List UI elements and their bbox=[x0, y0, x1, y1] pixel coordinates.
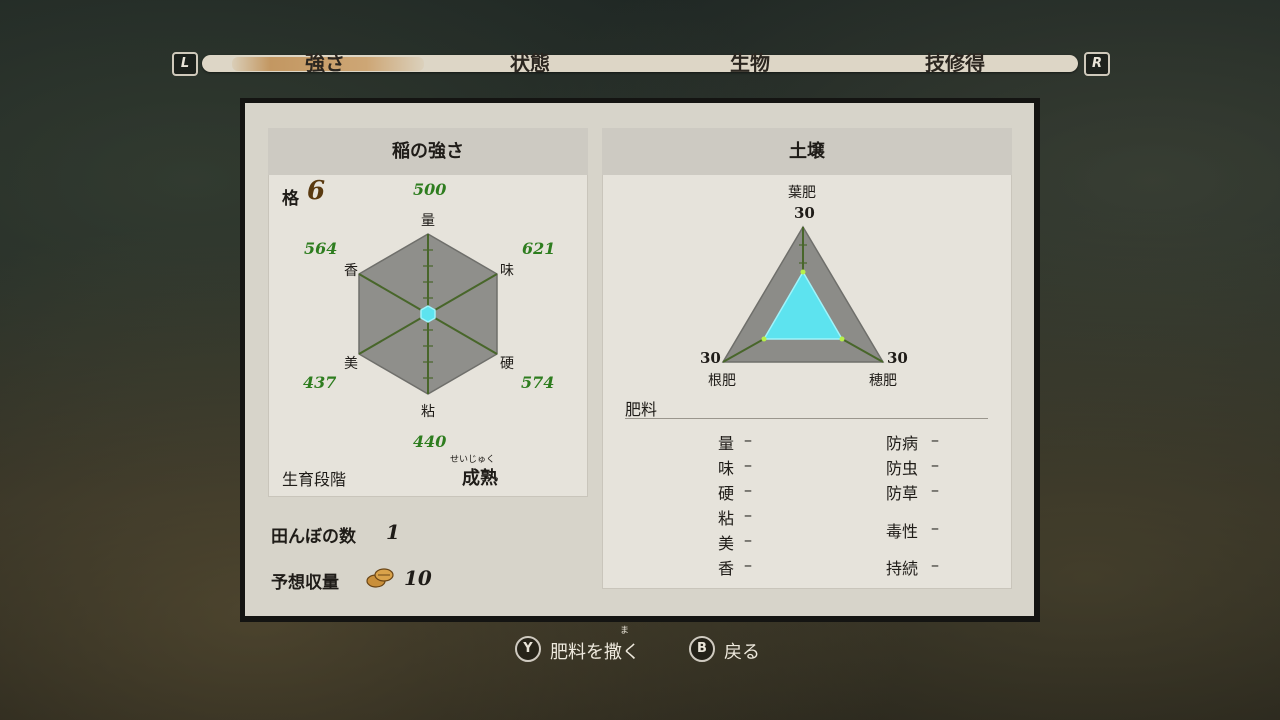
effect-label-weed-prevention: 防草 bbox=[886, 484, 919, 503]
stat-label-stickiness: 粘 bbox=[421, 404, 435, 420]
tab-skill-learning[interactable]: 技修得 bbox=[885, 49, 1025, 77]
soil-triangle-chart bbox=[721, 225, 885, 363]
paddy-count-label: 田んぼの数 bbox=[271, 527, 356, 547]
effect-label-pest-prevention: 防虫 bbox=[886, 459, 919, 478]
scatter-fertilizer-button[interactable]: 肥料を撒く bbox=[550, 638, 640, 664]
expected-yield-label: 予想収量 bbox=[271, 573, 339, 593]
expected-yield-value: 10 bbox=[404, 566, 432, 590]
soil-axis-value-leaf: 30 bbox=[794, 204, 815, 222]
effect-value-taste: – bbox=[744, 455, 752, 474]
r-shoulder-button[interactable]: R bbox=[1084, 52, 1110, 76]
soil-axis-value-ear: 30 bbox=[887, 349, 908, 367]
effect-label-disease-prevention: 防病 bbox=[886, 434, 919, 453]
stat-value-quantity: 500 bbox=[413, 180, 447, 199]
soil-title: 土壌 bbox=[602, 128, 1012, 175]
effect-label-aroma: 香 bbox=[718, 559, 735, 578]
effect-label-taste: 味 bbox=[718, 459, 735, 478]
stat-label-hardness: 硬 bbox=[500, 356, 514, 372]
tab-strength[interactable]: 強さ bbox=[255, 49, 395, 77]
effect-value-duration: – bbox=[931, 555, 939, 574]
back-button[interactable]: 戻る bbox=[724, 638, 760, 664]
paddy-count-value: 1 bbox=[386, 520, 400, 544]
stat-label-beauty: 美 bbox=[344, 356, 358, 372]
effect-label-stickiness: 粘 bbox=[718, 509, 735, 528]
effect-value-disease-prevention: – bbox=[931, 430, 939, 449]
effect-value-pest-prevention: – bbox=[931, 455, 939, 474]
soil-axis-label-root: 根肥 bbox=[708, 373, 736, 389]
effect-value-toxicity: – bbox=[931, 518, 939, 537]
tab-creatures[interactable]: 生物 bbox=[680, 49, 820, 77]
rice-strength-title: 稲の強さ bbox=[268, 128, 588, 175]
stat-value-hardness: 574 bbox=[521, 373, 555, 392]
b-button-icon[interactable]: B bbox=[689, 636, 715, 662]
soil-axis-value-root: 30 bbox=[700, 349, 721, 367]
effect-label-beauty: 美 bbox=[718, 534, 735, 553]
scatter-furigana: ま bbox=[620, 626, 630, 636]
l-shoulder-button[interactable]: L bbox=[172, 52, 198, 76]
stat-value-taste: 621 bbox=[522, 239, 556, 258]
fertilizer-title: 肥料 bbox=[625, 400, 658, 419]
effect-value-hardness: – bbox=[744, 480, 752, 499]
soil-axis-label-ear: 穂肥 bbox=[869, 373, 897, 389]
stat-value-aroma: 564 bbox=[304, 239, 338, 258]
root-point bbox=[761, 336, 767, 342]
growth-stage-label: 生育段階 bbox=[282, 470, 347, 489]
effect-label-duration: 持続 bbox=[886, 559, 919, 578]
stat-value-stickiness: 440 bbox=[413, 432, 447, 451]
effect-label-toxicity: 毒性 bbox=[886, 522, 919, 541]
ear-point bbox=[839, 336, 845, 342]
fertilizer-divider bbox=[625, 418, 988, 419]
stat-value-beauty: 437 bbox=[303, 373, 337, 392]
stat-label-taste: 味 bbox=[500, 263, 514, 279]
effect-value-beauty: – bbox=[744, 530, 752, 549]
stat-label-aroma: 香 bbox=[344, 263, 358, 279]
effect-value-stickiness: – bbox=[744, 505, 752, 524]
effect-label-hardness: 硬 bbox=[718, 484, 735, 503]
y-button-icon[interactable]: Y bbox=[515, 636, 541, 662]
leaf-point bbox=[800, 269, 806, 275]
growth-stage-value: 成熟 bbox=[462, 468, 498, 489]
rice-bag-icon bbox=[366, 568, 394, 588]
soil-axis-label-leaf: 葉肥 bbox=[788, 185, 816, 201]
effect-value-aroma: – bbox=[744, 555, 752, 574]
effect-value-quantity: – bbox=[744, 430, 752, 449]
rice-stat-area bbox=[420, 305, 436, 323]
effect-value-weed-prevention: – bbox=[931, 480, 939, 499]
stat-label-quantity: 量 bbox=[421, 213, 435, 229]
tab-status[interactable]: 状態 bbox=[460, 49, 600, 77]
effect-label-quantity: 量 bbox=[718, 434, 735, 453]
